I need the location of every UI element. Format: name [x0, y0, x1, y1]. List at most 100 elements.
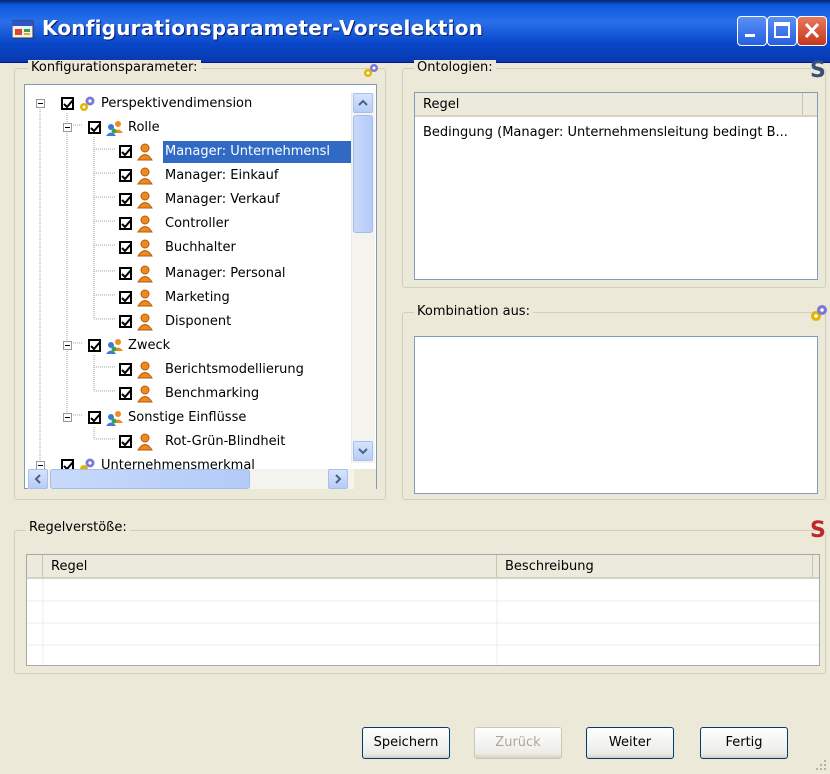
back-button[interactable]: Zurück — [474, 727, 562, 759]
chevron-up-icon — [358, 99, 368, 106]
user-icon — [137, 433, 153, 451]
tree-node-rot-gruen-blindheit[interactable]: Rot-Grün-Blindheit — [25, 431, 355, 453]
group-icon — [106, 339, 123, 354]
user-icon — [137, 313, 153, 331]
svg-text:S: S — [810, 518, 826, 540]
tree-node-label: Manager: Unternehmensl — [163, 141, 352, 163]
tree-checkbox[interactable] — [88, 121, 101, 134]
tree-node-label: Berichtsmodellierung — [165, 362, 304, 377]
table-grid — [27, 579, 819, 665]
tree-node-marketing[interactable]: Marketing — [25, 287, 355, 309]
maximize-icon — [774, 22, 790, 38]
tree-node-controller[interactable]: Controller — [25, 213, 355, 235]
user-icon — [137, 289, 153, 307]
column-header[interactable]: Regel Beschreibung — [27, 555, 819, 579]
tree-checkbox[interactable] — [88, 411, 101, 424]
chevron-left-icon — [34, 474, 41, 484]
tree-node-label: Zweck — [128, 338, 171, 353]
tree-checkbox[interactable] — [119, 435, 132, 448]
tree-horizontal-scrollbar[interactable] — [28, 469, 354, 489]
tree-node-manager-personal[interactable]: Manager: Personal — [25, 263, 355, 285]
tree-checkbox[interactable] — [119, 193, 132, 206]
tree-checkbox[interactable] — [119, 217, 132, 230]
list-item[interactable]: Bedingung (Manager: Unternehmensleitung … — [423, 125, 788, 140]
scroll-right-button[interactable] — [328, 469, 348, 489]
tree-node-manager-verkauf[interactable]: Manager: Verkauf — [25, 189, 355, 211]
tree-node-benchmarking[interactable]: Benchmarking — [25, 383, 355, 405]
user-icon — [137, 239, 153, 257]
column-beschreibung[interactable]: Beschreibung — [497, 555, 813, 577]
ontology-rule-list[interactable]: Regel Bedingung (Manager: Unternehmensle… — [414, 92, 818, 280]
collapse-toggle[interactable] — [63, 123, 72, 132]
resize-grip-icon[interactable] — [814, 758, 828, 772]
tree-node-label: Marketing — [165, 290, 230, 305]
gears-icon — [811, 305, 827, 321]
tree-node-label: Buchhalter — [165, 240, 236, 255]
tree-node-sonstige-einfluesse[interactable]: Sonstige Einflüsse — [25, 407, 355, 429]
ontology-icon: S — [810, 58, 826, 80]
violations-table[interactable]: Regel Beschreibung — [26, 554, 820, 666]
config-tree[interactable]: Perspektivendimension Rolle Manager: Unt… — [24, 84, 377, 489]
tree-node-berichtsmodellierung[interactable]: Berichtsmodellierung — [25, 359, 355, 381]
tree-node-label: Manager: Verkauf — [165, 192, 280, 207]
collapse-toggle[interactable] — [36, 99, 45, 108]
combination-list[interactable] — [414, 336, 818, 494]
title-bar[interactable]: Konfigurationsparameter-Vorselektion — [0, 0, 830, 63]
tree-node-perspektivendimension[interactable]: Perspektivendimension — [25, 93, 355, 115]
scroll-left-button[interactable] — [28, 469, 48, 489]
tree-node-manager-einkauf[interactable]: Manager: Einkauf — [25, 165, 355, 187]
tree-node-label: Manager: Personal — [165, 266, 286, 281]
chevron-down-icon — [358, 448, 368, 455]
tree-node-buchhalter[interactable]: Buchhalter — [25, 237, 355, 259]
column-header[interactable]: Regel — [415, 93, 817, 117]
tree-checkbox[interactable] — [119, 145, 132, 158]
group-icon — [106, 121, 123, 136]
gears-icon — [364, 64, 378, 77]
minimize-button[interactable] — [737, 16, 767, 46]
save-button[interactable]: Speichern — [362, 727, 450, 759]
tree-checkbox[interactable] — [119, 315, 132, 328]
scroll-thumb[interactable] — [50, 469, 250, 489]
next-button[interactable]: Weiter — [586, 727, 674, 759]
scroll-up-button[interactable] — [353, 93, 373, 113]
column-spacer — [27, 555, 43, 577]
close-icon — [804, 22, 820, 39]
close-button[interactable] — [797, 16, 827, 46]
tree-node-label: Perspektivendimension — [101, 96, 253, 111]
user-icon — [137, 215, 153, 233]
column-regel[interactable]: Regel — [415, 93, 803, 115]
user-icon — [137, 385, 153, 403]
scroll-down-button[interactable] — [353, 441, 373, 461]
tree-checkbox[interactable] — [119, 291, 132, 304]
collapse-toggle[interactable] — [63, 341, 72, 350]
maximize-button[interactable] — [767, 16, 797, 46]
scrollbar-corner — [354, 469, 376, 489]
minimize-icon — [745, 34, 755, 37]
tree-checkbox[interactable] — [88, 339, 101, 352]
collapse-toggle[interactable] — [63, 413, 72, 422]
tree-checkbox[interactable] — [119, 387, 132, 400]
tree-vertical-scrollbar[interactable] — [351, 93, 375, 463]
tree-node-manager-unternehmensleitung[interactable]: Manager: Unternehmensl — [25, 141, 355, 163]
group-icon — [106, 411, 123, 426]
scroll-thumb[interactable] — [353, 115, 373, 233]
config-group-label: Konfigurationsparameter: — [28, 60, 201, 75]
tree-checkbox[interactable] — [119, 241, 132, 254]
tree-node-disponent[interactable]: Disponent — [25, 311, 355, 333]
tree-checkbox[interactable] — [119, 363, 132, 376]
tree-checkbox[interactable] — [61, 97, 74, 110]
app-icon — [12, 20, 34, 39]
column-regel[interactable]: Regel — [43, 555, 497, 577]
violations-group-label: Regelverstöße: — [26, 520, 130, 535]
tree-node-rolle[interactable]: Rolle — [25, 117, 355, 139]
finish-button[interactable]: Fertig — [700, 727, 788, 759]
dialog-window: Konfigurationsparameter-Vorselektion Kon… — [0, 0, 830, 774]
tree-checkbox[interactable] — [119, 267, 132, 280]
ontology-group-label: Ontologien: — [414, 60, 496, 75]
svg-text:S: S — [810, 58, 826, 80]
user-icon — [137, 143, 153, 161]
tree-node-label: Disponent — [165, 314, 232, 329]
user-icon — [137, 167, 153, 185]
tree-node-zweck[interactable]: Zweck — [25, 335, 355, 357]
tree-checkbox[interactable] — [119, 169, 132, 182]
